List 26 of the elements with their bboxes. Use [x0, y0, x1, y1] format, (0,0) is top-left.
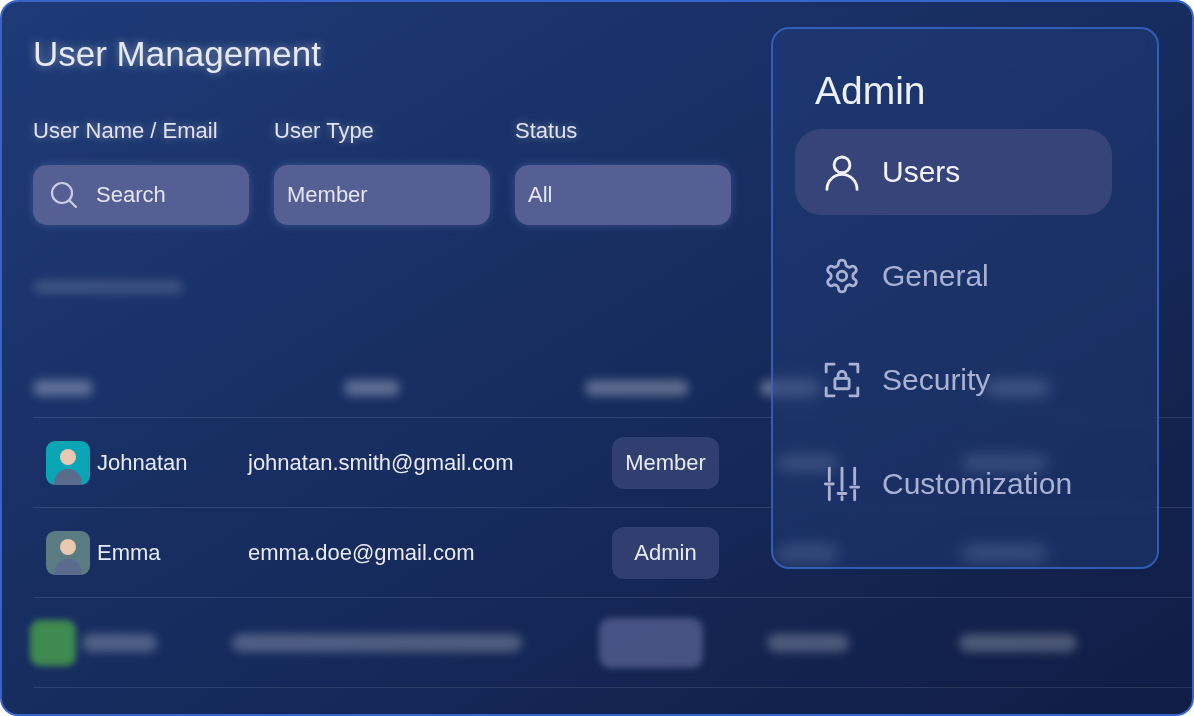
user-email: emma.doe@gmail.com [248, 539, 475, 566]
nav-item[interactable]: Users [795, 129, 1112, 215]
user-type-badge: Admin [612, 526, 719, 579]
filter-label: Status [515, 118, 578, 144]
select-field[interactable]: Member [274, 165, 490, 225]
padlock-icon [823, 361, 861, 399]
user-name: Emma [97, 539, 161, 566]
user-name: Johnatan [97, 449, 188, 476]
blurred-text [33, 379, 93, 396]
settings-icon [823, 257, 861, 295]
filter-label: User Type [274, 118, 374, 144]
panel-title: Admin [815, 68, 926, 114]
search-icon [50, 181, 78, 209]
select-field[interactable]: All [515, 165, 731, 225]
user-type-badge: Member [612, 436, 719, 489]
nav-item[interactable]: Customization [795, 441, 1112, 527]
sliders-icon [823, 465, 861, 503]
blurred-avatar [30, 619, 76, 666]
blurred-text [344, 379, 400, 396]
filter-label: User Name / Email [33, 118, 218, 144]
user-icon [823, 153, 861, 191]
search-field[interactable]: Search [33, 165, 249, 225]
page-title: User Management [33, 33, 321, 75]
nav-item[interactable]: General [795, 233, 1112, 319]
nav-item[interactable]: Security [795, 337, 1112, 423]
user-email: johnatan.smith@gmail.com [248, 449, 514, 476]
